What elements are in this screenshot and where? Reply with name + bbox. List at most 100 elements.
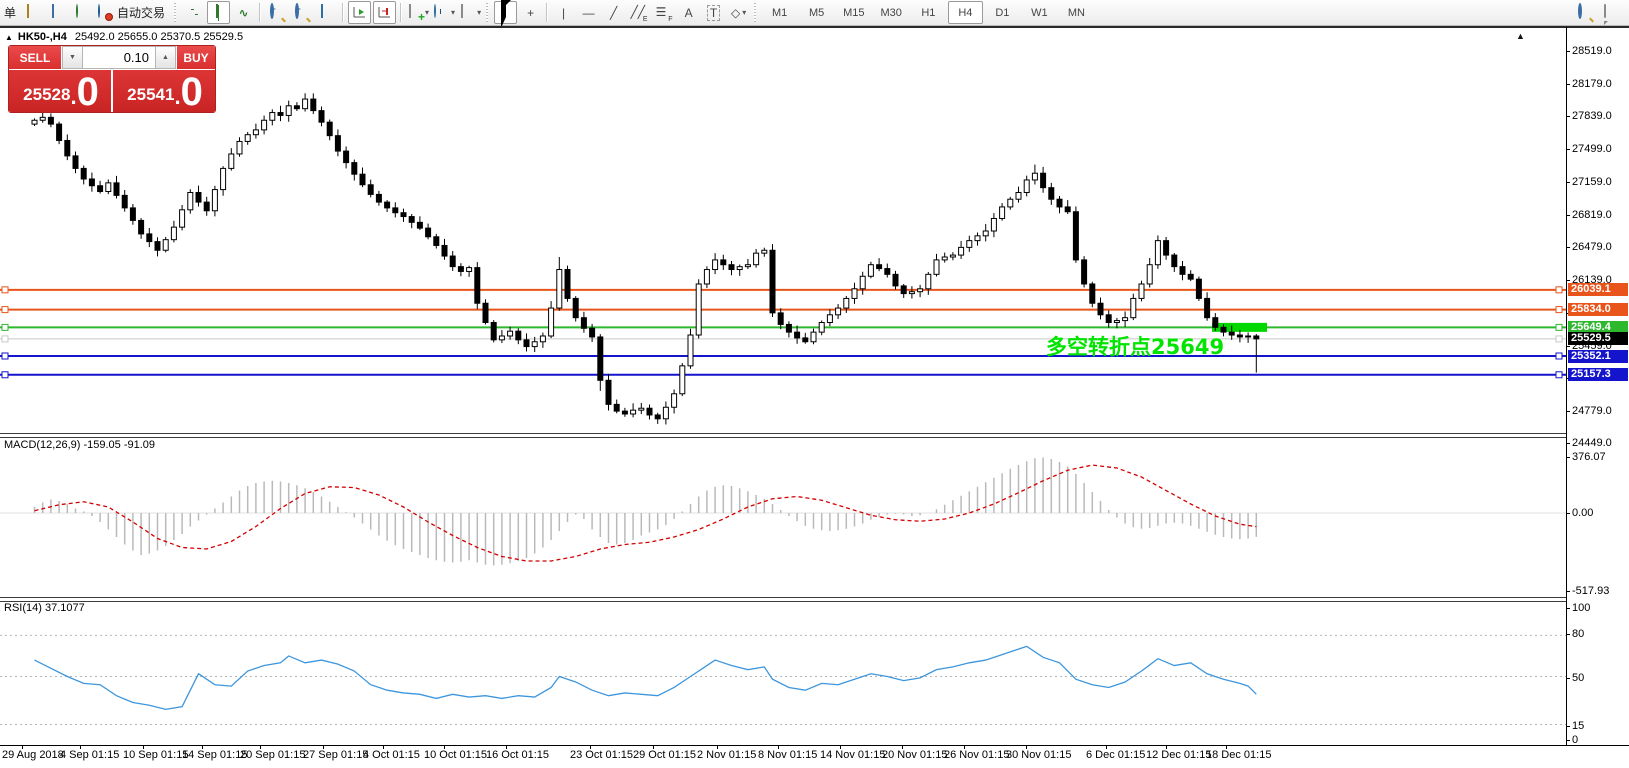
timeframe-m5-button[interactable]: M5 [799,1,834,24]
timeframe-m30-button[interactable]: M30 [873,1,908,24]
chart-shift-icon [377,5,393,21]
line-handle[interactable] [2,287,8,293]
toolbar-grip[interactable] [754,3,758,22]
shapes-tool-button[interactable]: ◇▾ [727,1,750,24]
shapes-caret-icon[interactable]: ▾ [742,8,746,17]
price-level-tag: 25157.3 [1568,368,1628,381]
horizontal-level-lines[interactable] [0,287,1566,378]
templates-button[interactable]: ▾ [458,1,482,24]
macd-rsi-separator[interactable] [0,597,1566,602]
periods-button[interactable]: ▾ [432,1,456,24]
periods-caret-icon[interactable]: ▾ [451,8,455,17]
volume-input[interactable] [83,46,155,69]
cursor-tool-button[interactable] [494,1,517,24]
zoom-in-icon: + [269,5,285,21]
time-axis-label: 16 Oct 01:15 [486,749,549,761]
buy-price-display[interactable]: 25541.0 [113,70,215,112]
chart-shift-button[interactable] [373,1,396,24]
time-axis-label: 14 Sep 01:15 [182,749,247,761]
zoom-out-button[interactable]: − [290,1,313,24]
new-order-button[interactable] [21,1,44,24]
axis-tick-mark [1566,443,1570,444]
line-handle[interactable] [1556,287,1562,293]
tile-windows-button[interactable] [315,1,338,24]
rsi-axis-label: 50 [1572,672,1584,684]
line-handle[interactable] [1556,372,1562,378]
crosshair-tool-button[interactable]: + [519,1,542,24]
autotrade-button[interactable]: 自动交易 [96,1,170,24]
one-click-collapse-icon[interactable]: ▲ [5,33,13,42]
time-axis-label: 8 Nov 01:15 [758,749,817,761]
price-axis-label: 26819.0 [1572,209,1612,221]
auto-scroll-button[interactable] [348,1,371,24]
axis-tick-mark [1566,457,1570,458]
new-order-partial-label[interactable]: 单 [0,4,20,21]
chat-button[interactable] [1598,1,1621,24]
candlestick-chart-button[interactable] [207,1,230,24]
sell-button[interactable]: SELL [9,46,62,69]
toolbar-grip[interactable] [486,3,490,22]
main-price-pane[interactable] [0,27,1566,434]
line-handle[interactable] [2,324,8,330]
text-label-tool-button[interactable]: T [702,1,725,24]
buy-button[interactable]: BUY [176,46,215,69]
time-axis-label: 30 Nov 01:15 [1006,749,1071,761]
timeframe-d1-button[interactable]: D1 [985,1,1020,24]
timeframe-mn-button[interactable]: MN [1059,1,1094,24]
fibonacci-tool-button[interactable]: ☰F [652,1,675,24]
horizontal-line-icon: — [583,6,595,20]
line-handle[interactable] [1556,324,1562,330]
line-handle[interactable] [1556,307,1562,313]
time-axis-label: 10 Sep 01:15 [123,749,188,761]
annotation-text[interactable]: 多空转折点25649 [1046,331,1224,361]
vertical-line-tool-button[interactable]: | [552,1,575,24]
time-axis-label: 27 Sep 01:15 [303,749,368,761]
toolbar-separator [342,3,344,22]
periods-clock-icon [433,5,449,21]
price-axis-label: 24449.0 [1572,437,1612,449]
search-button[interactable] [1573,1,1596,24]
line-handle[interactable] [2,307,8,313]
trendline-tool-button[interactable]: ╱ [602,1,625,24]
sell-price-display[interactable]: 25528.0 [9,70,111,112]
axis-tick-mark [1566,247,1570,248]
auto-scroll-icon [352,5,368,21]
timeframe-m1-button[interactable]: M1 [762,1,797,24]
rsi-pane[interactable] [0,601,1566,745]
volume-increase-button[interactable]: ▲ [155,46,176,69]
rsi-line [35,646,1257,709]
timeframe-m15-button[interactable]: M15 [836,1,871,24]
trendline-icon: ╱ [610,6,617,20]
zoom-in-button[interactable]: + [265,1,288,24]
line-chart-icon: ∿ [239,6,249,20]
timeframe-h4-button[interactable]: H4 [948,1,983,24]
signals-button[interactable] [71,1,94,24]
bar-chart-button[interactable] [182,1,205,24]
line-handle[interactable] [2,372,8,378]
line-handle[interactable] [2,353,8,359]
timeframe-w1-button[interactable]: W1 [1022,1,1057,24]
line-handle[interactable] [1556,336,1562,342]
charts-window-button[interactable] [46,1,69,24]
time-axis-label: 20 Nov 01:15 [882,749,947,761]
sell-price-main: 25528 [23,80,70,110]
axis-tick-mark [1566,346,1570,347]
templates-caret-icon[interactable]: ▾ [477,8,481,17]
line-handle[interactable] [2,336,8,342]
text-tool-button[interactable]: A [677,1,700,24]
macd-pane[interactable] [0,437,1566,599]
toolbar-grip[interactable] [174,3,178,22]
channel-tool-button[interactable]: ╱╱E [627,1,650,24]
volume-decrease-button[interactable]: ▼ [62,46,83,69]
line-chart-button[interactable]: ∿ [232,1,255,24]
text-label-icon: T [707,5,720,21]
horizontal-line-tool-button[interactable]: — [577,1,600,24]
indicators-button[interactable]: ▾ [406,1,430,24]
indicators-caret-icon[interactable]: ▾ [425,8,429,17]
line-handle[interactable] [1556,353,1562,359]
price-level-tag: 25352.1 [1568,350,1628,363]
main-macd-separator[interactable] [0,433,1566,438]
timeframe-h1-button[interactable]: H1 [911,1,946,24]
axis-tick-mark [1566,116,1570,117]
macd-axis-label: -517.93 [1572,585,1609,597]
